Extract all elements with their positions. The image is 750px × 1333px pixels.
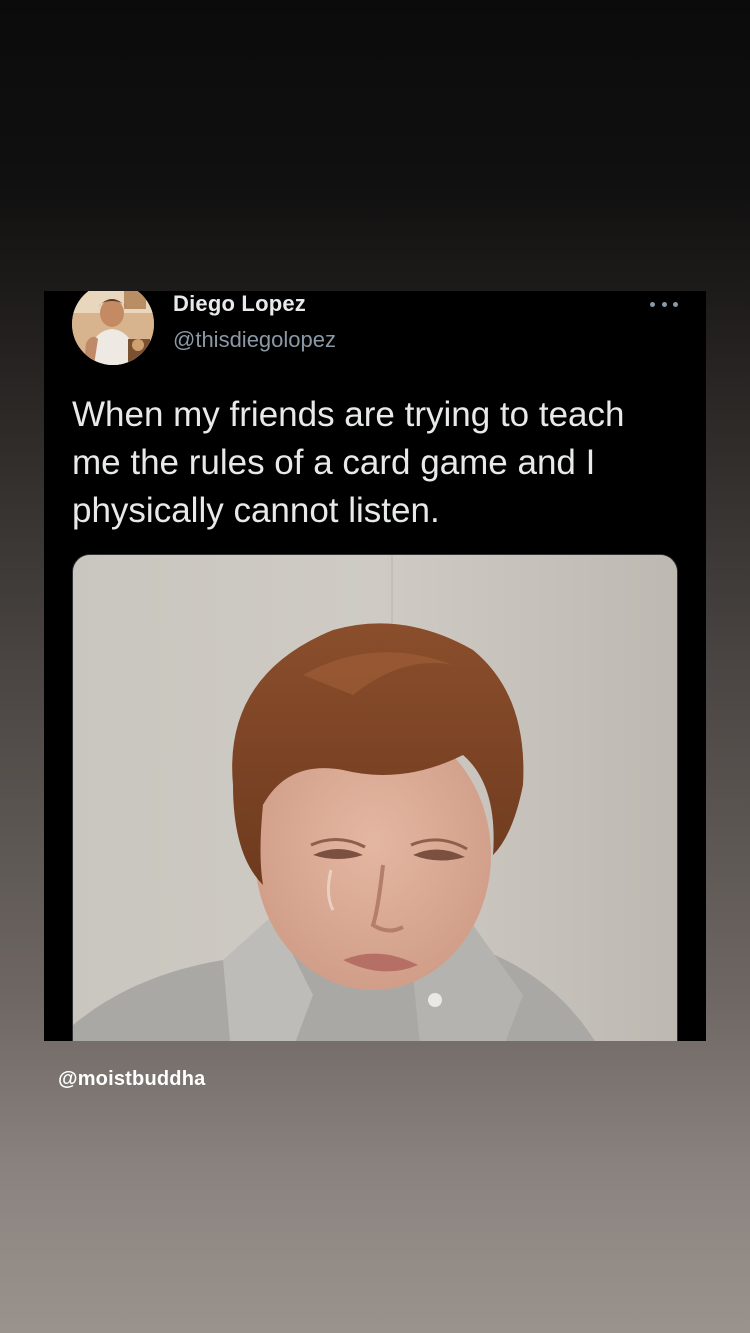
tweet-media-image[interactable] — [72, 554, 678, 1041]
user-handle[interactable]: @thisdiegolopez — [173, 327, 336, 353]
display-name[interactable]: Diego Lopez — [173, 291, 306, 317]
story-mention-link[interactable]: @moistbuddha — [58, 1068, 205, 1091]
tweet-card[interactable]: Diego Lopez @thisdiegolopez When my frie… — [44, 291, 706, 1041]
user-avatar[interactable] — [72, 291, 154, 365]
tweet-text: When my friends are trying to teach me t… — [72, 395, 625, 530]
more-horizontal-icon[interactable] — [650, 297, 678, 311]
